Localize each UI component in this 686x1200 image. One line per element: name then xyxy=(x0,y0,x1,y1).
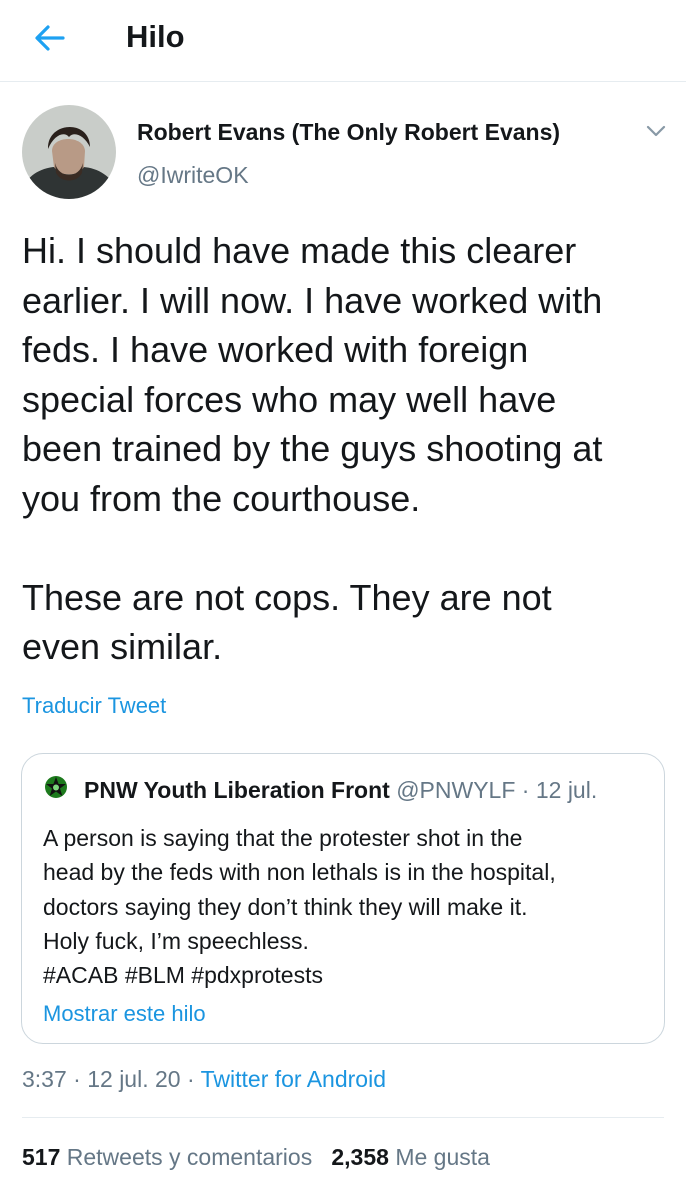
avatar[interactable] xyxy=(22,105,116,199)
more-options-button[interactable] xyxy=(643,121,669,141)
page-title: Hilo xyxy=(126,19,185,54)
quoted-tweet-text: A person is saying that the protester sh… xyxy=(43,825,556,989)
divider xyxy=(22,1117,664,1118)
quoted-author-handle: @PNWYLF xyxy=(396,777,516,803)
tweet-source-link[interactable]: Twitter for Android xyxy=(201,1066,386,1092)
likes-count: 2,358 xyxy=(331,1144,389,1170)
retweets-label: Retweets y comentarios xyxy=(66,1144,313,1170)
quoted-tweet[interactable]: PNW Youth Liberation Front @PNWYLF · 12 … xyxy=(21,753,665,1044)
separator-dot: · xyxy=(73,1066,81,1092)
author-handle[interactable]: @IwriteOK xyxy=(137,162,249,189)
separator-dot: · xyxy=(521,777,530,803)
translate-tweet-link[interactable]: Traducir Tweet xyxy=(22,693,166,719)
star-logo-icon xyxy=(45,776,67,798)
chevron-down-icon xyxy=(646,125,666,137)
quoted-author-name: PNW Youth Liberation Front xyxy=(84,777,390,803)
likes-label: Me gusta xyxy=(395,1144,490,1170)
top-bar: Hilo xyxy=(0,0,686,82)
tweet-date: 12 jul. 20 xyxy=(87,1066,181,1092)
engagement-stats: 517 Retweets y comentarios 2,358 Me gust… xyxy=(22,1144,490,1171)
show-thread-link[interactable]: Mostrar este hilo xyxy=(43,1001,206,1027)
retweets-count: 517 xyxy=(22,1144,61,1170)
separator-dot: · xyxy=(186,1066,195,1092)
tweet-timestamp: 3:37 · 12 jul. 20 · Twitter for Android xyxy=(22,1066,386,1093)
back-button[interactable] xyxy=(30,18,70,58)
tweet-time: 3:37 xyxy=(22,1066,67,1092)
arrow-left-icon xyxy=(35,25,65,51)
quoted-date: 12 jul. xyxy=(535,777,598,803)
likes-stat[interactable]: 2,358 Me gusta xyxy=(331,1144,490,1170)
quoted-tweet-header: PNW Youth Liberation Front @PNWYLF · 12 … xyxy=(84,777,597,804)
retweets-stat[interactable]: 517 Retweets y comentarios xyxy=(22,1144,319,1170)
author-name[interactable]: Robert Evans (The Only Robert Evans) xyxy=(137,119,560,146)
tweet-text: Hi. I should have made this clearer earl… xyxy=(22,230,603,667)
